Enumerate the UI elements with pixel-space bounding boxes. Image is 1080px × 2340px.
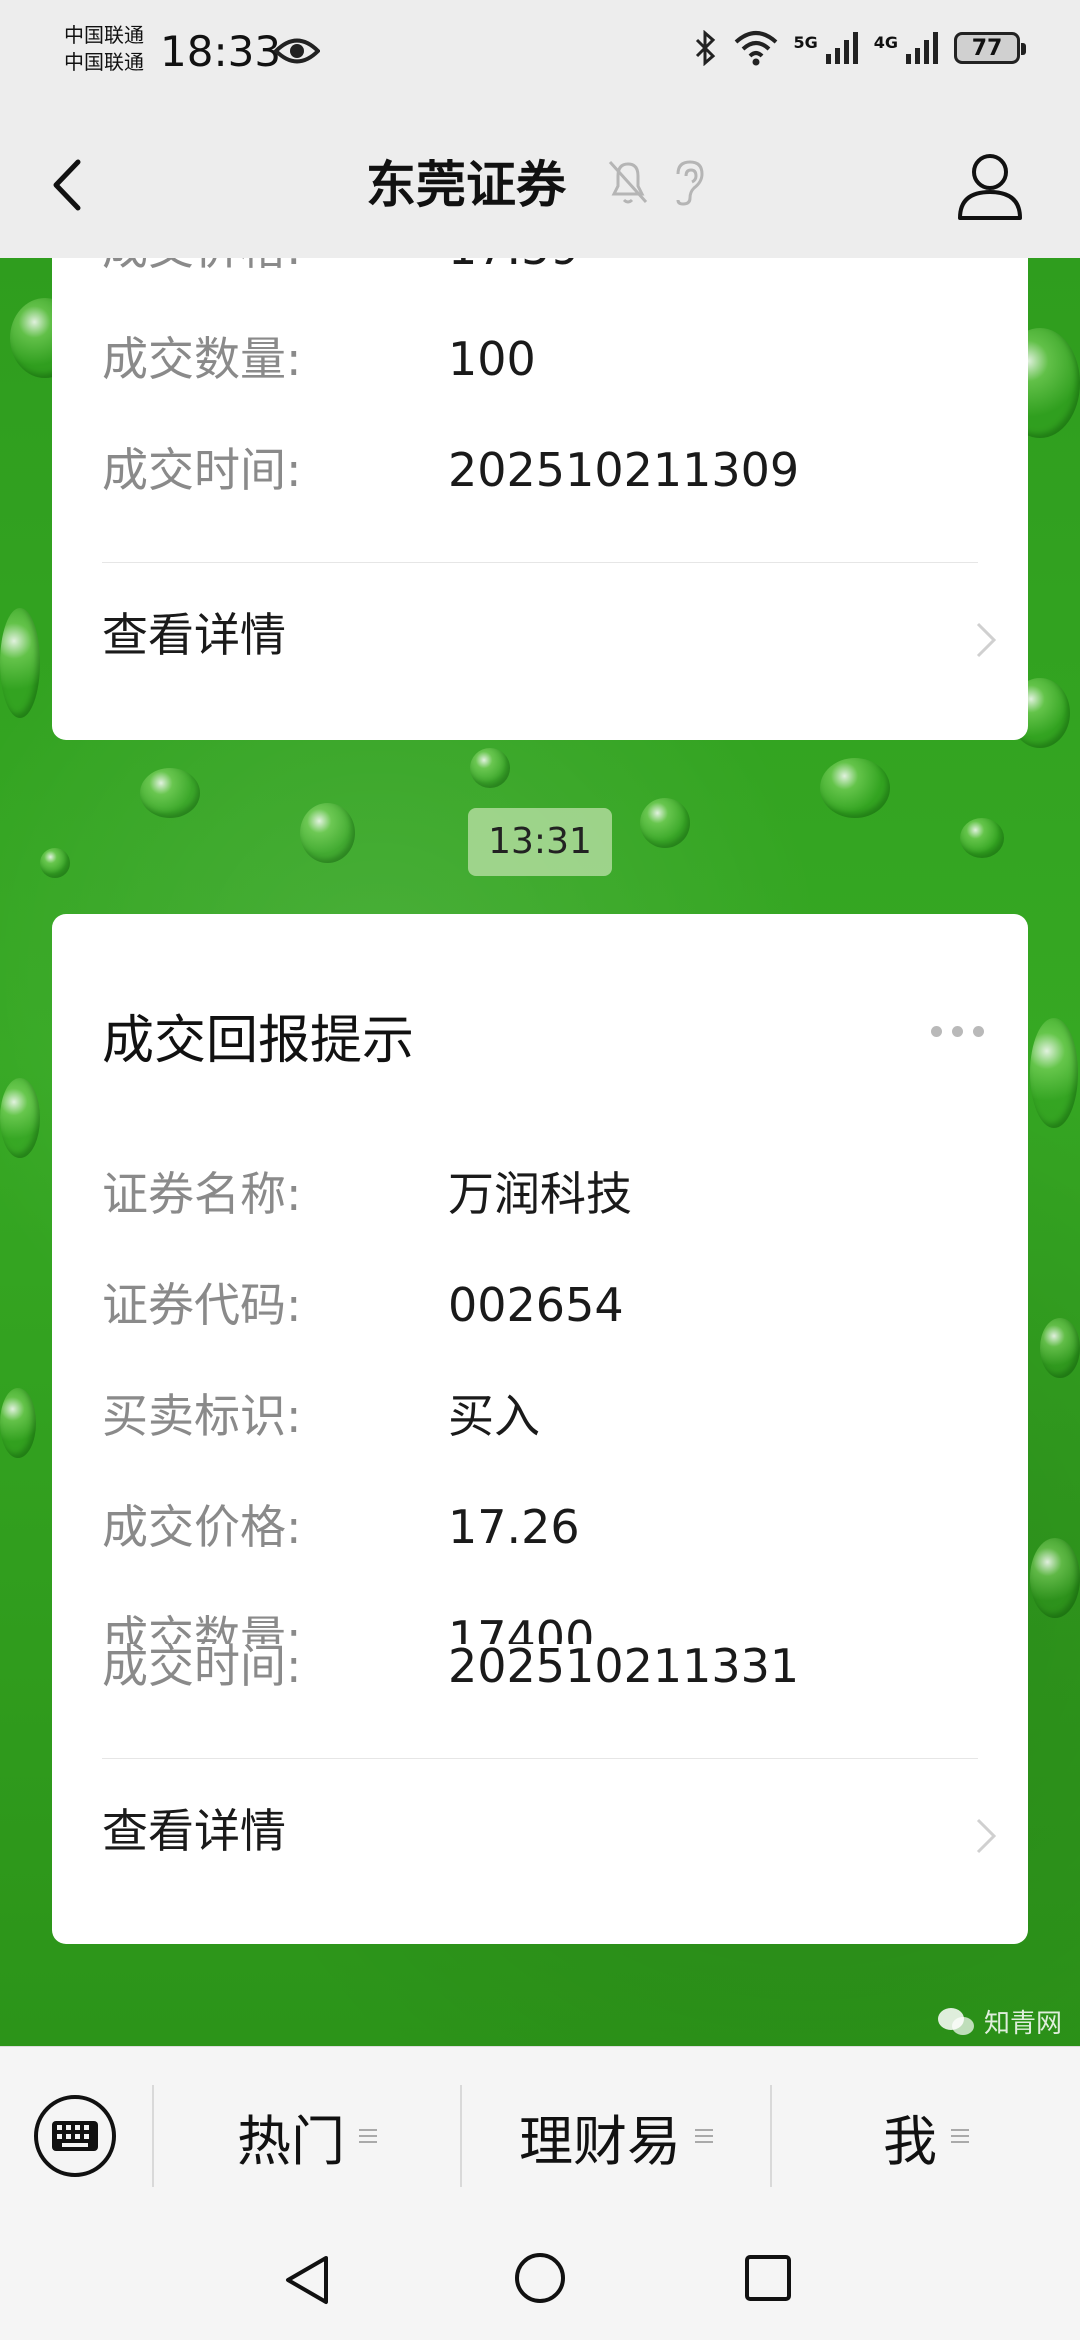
wechat-logo-icon — [937, 2007, 974, 2035]
divider — [102, 1758, 978, 1759]
menu-item-label: 我 — [883, 2109, 937, 2173]
earpiece-icon — [668, 156, 708, 212]
trade-report-card: 成交价格: 17.59 成交数量: 100 成交时间: 202510211309… — [52, 258, 1028, 740]
keyboard-toggle-button[interactable] — [32, 2093, 118, 2179]
bottom-menu: 热门 理财易 我 — [0, 2046, 1080, 2201]
battery-level: 77 — [971, 35, 1003, 61]
field-value: 17.59 — [448, 258, 580, 278]
watermark-text: 知青网 — [983, 2009, 1062, 2039]
system-home-icon[interactable] — [514, 2252, 566, 2304]
chevron-right-icon — [976, 1818, 997, 1854]
battery-indicator: 77 — [954, 32, 1026, 64]
view-details-link[interactable]: 查看详情 — [102, 598, 998, 672]
message-timestamp: 13:31 — [468, 808, 612, 876]
field-label: 成交价格: — [102, 258, 302, 278]
field-value: 17.26 — [448, 1500, 580, 1554]
menu-item-label: 热门 — [237, 2109, 345, 2173]
page-title: 东莞证券 — [366, 156, 566, 214]
net-4g-label: 4G — [873, 32, 898, 52]
field-label: 成交数量: — [102, 332, 302, 386]
system-back-icon[interactable] — [282, 2252, 332, 2308]
profile-button[interactable] — [954, 146, 1026, 224]
trade-report-card: 成交回报提示 证券名称: 万润科技 证券代码: 002654 买卖标识: 买入 … — [52, 914, 1028, 1665]
submenu-lines-icon — [951, 2129, 969, 2143]
status-icons: 5G 4G 77 — [693, 30, 1026, 66]
menu-item-hot[interactable]: 热门 — [154, 2093, 460, 2179]
keyboard-icon — [34, 2095, 116, 2177]
chat-header: 东莞证券 — [0, 112, 1080, 258]
chevron-left-icon — [53, 159, 81, 211]
wifi-icon — [735, 31, 778, 66]
eye-comfort-icon — [273, 36, 321, 70]
field-value: 万润科技 — [448, 1167, 632, 1221]
back-button[interactable] — [40, 148, 100, 222]
view-details-link[interactable]: 查看详情 — [102, 1794, 998, 1868]
field-label: 证券代码: — [102, 1278, 302, 1332]
field-value: 买入 — [448, 1389, 540, 1443]
trade-report-card-footer: 成交时间: 202510211331 查看详情 — [52, 1639, 1028, 1944]
divider — [102, 562, 978, 563]
view-details-label: 查看详情 — [102, 1804, 286, 1858]
submenu-lines-icon — [359, 2129, 377, 2143]
carrier-1: 中国联通 — [64, 23, 144, 47]
card-title: 成交回报提示 — [102, 1011, 415, 1071]
menu-item-label: 理财易 — [519, 2109, 681, 2173]
menu-item-licaiyi[interactable]: 理财易 — [462, 2093, 770, 2179]
field-label: 证券名称: — [102, 1167, 302, 1221]
menu-item-me[interactable]: 我 — [772, 2093, 1080, 2179]
field-value: 202510211309 — [448, 443, 800, 497]
carrier-2: 中国联通 — [64, 50, 144, 74]
field-value: 100 — [448, 332, 536, 386]
system-navigation-bar — [0, 2200, 1080, 2340]
field-value: 002654 — [448, 1278, 624, 1332]
watermark: 知青网 — [936, 2003, 1062, 2040]
mute-bell-icon — [606, 156, 650, 212]
signal-5g-icon — [825, 32, 858, 64]
field-label: 成交时间: — [102, 443, 302, 497]
status-bar: 中国联通 中国联通 18:33 5G 4G 77 — [0, 0, 1080, 112]
chat-area[interactable]: 成交价格: 17.59 成交数量: 100 成交时间: 202510211309… — [0, 258, 1080, 2046]
field-label: 成交价格: — [102, 1500, 302, 1554]
submenu-lines-icon — [695, 2129, 713, 2143]
person-icon — [958, 154, 1022, 220]
net-5g-label: 5G — [793, 32, 818, 52]
view-details-label: 查看详情 — [102, 608, 286, 662]
field-value: 202510211331 — [448, 1639, 800, 1693]
carrier-info: 中国联通 中国联通 — [64, 22, 144, 76]
status-time: 18:33 — [160, 27, 282, 76]
more-options-icon[interactable] — [931, 1026, 984, 1037]
signal-4g-icon — [906, 32, 938, 64]
chevron-right-icon — [976, 622, 997, 658]
system-recents-icon[interactable] — [744, 2254, 792, 2302]
field-label: 买卖标识: — [102, 1389, 302, 1443]
bluetooth-icon — [696, 30, 716, 66]
field-label: 成交时间: — [102, 1639, 302, 1693]
